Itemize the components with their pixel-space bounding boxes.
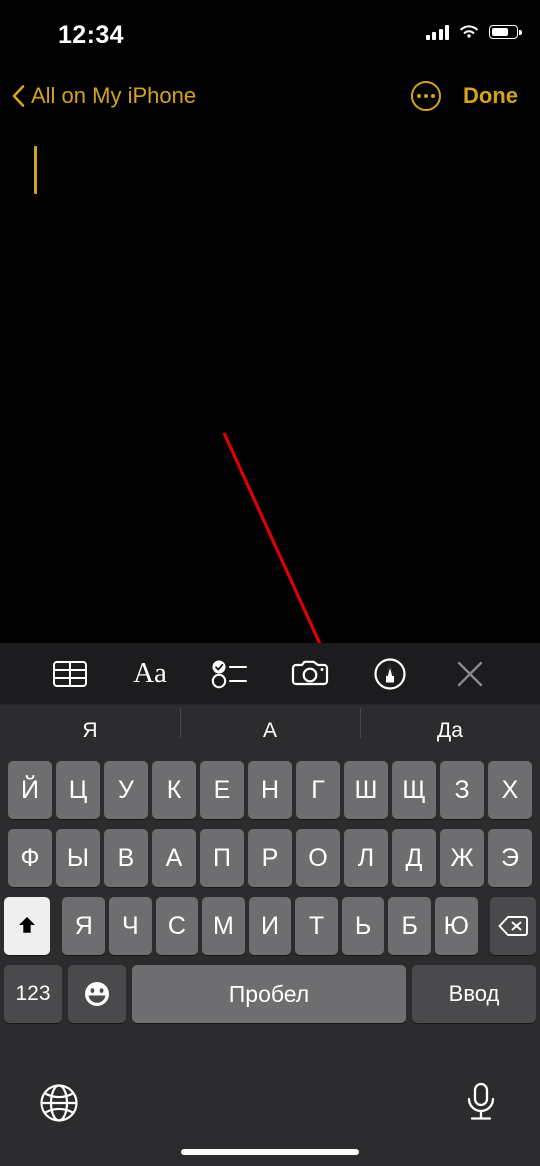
- note-editor[interactable]: [0, 130, 540, 643]
- key-row2-4[interactable]: А: [152, 829, 196, 887]
- format-button[interactable]: Aa: [125, 652, 175, 696]
- nav-right-actions: Done: [411, 81, 518, 111]
- iphone-screen: 12:34 All on My iPhone Done Aa Я А Да Й …: [0, 0, 540, 1166]
- key-row2-7[interactable]: О: [296, 829, 340, 887]
- shift-arrow-icon: [19, 917, 36, 933]
- key-row2-6[interactable]: Р: [248, 829, 292, 887]
- shift-key[interactable]: [4, 897, 51, 955]
- key-row1-4[interactable]: К: [152, 761, 196, 819]
- status-indicators: [425, 24, 522, 40]
- enter-key[interactable]: Ввод: [412, 965, 536, 1023]
- prediction-1[interactable]: Я: [0, 719, 180, 743]
- key-row2-11[interactable]: Э: [488, 829, 532, 887]
- key-row3-6[interactable]: Т: [295, 897, 338, 955]
- key-row2-3[interactable]: В: [104, 829, 148, 887]
- key-row1-11[interactable]: Х: [488, 761, 532, 819]
- status-bar: 12:34: [0, 0, 540, 62]
- camera-icon: [291, 660, 329, 685]
- key-row2-2[interactable]: Ы: [56, 829, 100, 887]
- wifi-icon: [460, 25, 478, 38]
- key-row2-5[interactable]: П: [200, 829, 244, 887]
- key-row3-5[interactable]: И: [248, 897, 292, 955]
- key-row1-10[interactable]: З: [440, 761, 484, 819]
- keyboard-row-2: Ф Ы В А П Р О Л Д Ж Э: [0, 829, 540, 887]
- home-indicator: [181, 1149, 359, 1155]
- chevron-left-icon: [12, 85, 25, 107]
- keyboard-bottom-bar: [0, 1070, 540, 1166]
- key-row3-4[interactable]: М: [202, 897, 245, 955]
- prediction-3[interactable]: Да: [360, 708, 540, 743]
- keyboard-row-1: Й Ц У К Е Н Г Ш Щ З Х: [0, 761, 540, 819]
- globe-key[interactable]: [38, 1082, 80, 1129]
- key-row3-1[interactable]: Я: [62, 897, 106, 955]
- dictation-key[interactable]: [462, 1080, 500, 1129]
- key-row3-3[interactable]: С: [155, 897, 199, 955]
- key-row3-8[interactable]: Б: [388, 897, 431, 955]
- emoji-key[interactable]: [68, 965, 126, 1023]
- keyboard: Я А Да Й Ц У К Е Н Г Ш Щ З Х Ф Ы В А П Р…: [0, 705, 540, 1166]
- globe-icon: [40, 1084, 78, 1122]
- key-row1-6[interactable]: Н: [248, 761, 292, 819]
- format-aa-icon: Aa: [133, 657, 167, 689]
- prediction-2[interactable]: А: [180, 708, 360, 743]
- key-row1-8[interactable]: Ш: [344, 761, 388, 819]
- key-row2-1[interactable]: Ф: [8, 829, 52, 887]
- backspace-icon: [498, 916, 528, 936]
- close-keyboard-button[interactable]: [445, 652, 495, 696]
- back-label: All on My iPhone: [31, 83, 197, 108]
- table-icon: [53, 660, 87, 687]
- camera-button[interactable]: [285, 652, 335, 696]
- signal-bars-icon: [425, 24, 449, 40]
- nav-bar: All on My iPhone Done: [0, 74, 540, 118]
- markup-pen-icon: [374, 657, 406, 690]
- key-row3-9[interactable]: Ю: [434, 897, 478, 955]
- markup-button[interactable]: [365, 652, 415, 696]
- status-time: 12:34: [58, 21, 124, 49]
- key-row3-2[interactable]: Ч: [109, 897, 152, 955]
- checklist-icon: [211, 660, 247, 688]
- key-row1-9[interactable]: Щ: [392, 761, 436, 819]
- checklist-button[interactable]: [205, 652, 255, 696]
- key-row1-3[interactable]: У: [104, 761, 148, 819]
- key-row3-7[interactable]: Ь: [341, 897, 385, 955]
- key-row1-5[interactable]: Е: [200, 761, 244, 819]
- table-button[interactable]: [45, 652, 95, 696]
- delete-key[interactable]: [489, 897, 536, 955]
- back-button[interactable]: All on My iPhone: [12, 83, 196, 109]
- key-row1-1[interactable]: Й: [8, 761, 52, 819]
- key-row1-7[interactable]: Г: [296, 761, 340, 819]
- key-row2-10[interactable]: Ж: [440, 829, 484, 887]
- microphone-icon: [467, 1082, 495, 1120]
- key-row2-9[interactable]: Д: [392, 829, 436, 887]
- key-row1-2[interactable]: Ц: [56, 761, 100, 819]
- space-key[interactable]: Пробел: [132, 965, 406, 1023]
- predictive-bar: Я А Да: [0, 705, 540, 757]
- key-row2-8[interactable]: Л: [344, 829, 388, 887]
- numbers-key[interactable]: 123: [4, 965, 62, 1023]
- text-caret: [34, 146, 37, 194]
- notes-toolbar: Aa: [0, 643, 540, 705]
- more-circle-icon[interactable]: [411, 81, 441, 111]
- emoji-smiley-icon: [85, 982, 109, 1006]
- done-button[interactable]: Done: [463, 83, 518, 109]
- keyboard-row-3: Я Ч С М И Т Ь Б Ю: [0, 897, 540, 955]
- close-x-icon: [457, 661, 483, 686]
- keyboard-row-4: 123 Пробел Ввод: [0, 965, 540, 1023]
- battery-icon: [489, 25, 522, 39]
